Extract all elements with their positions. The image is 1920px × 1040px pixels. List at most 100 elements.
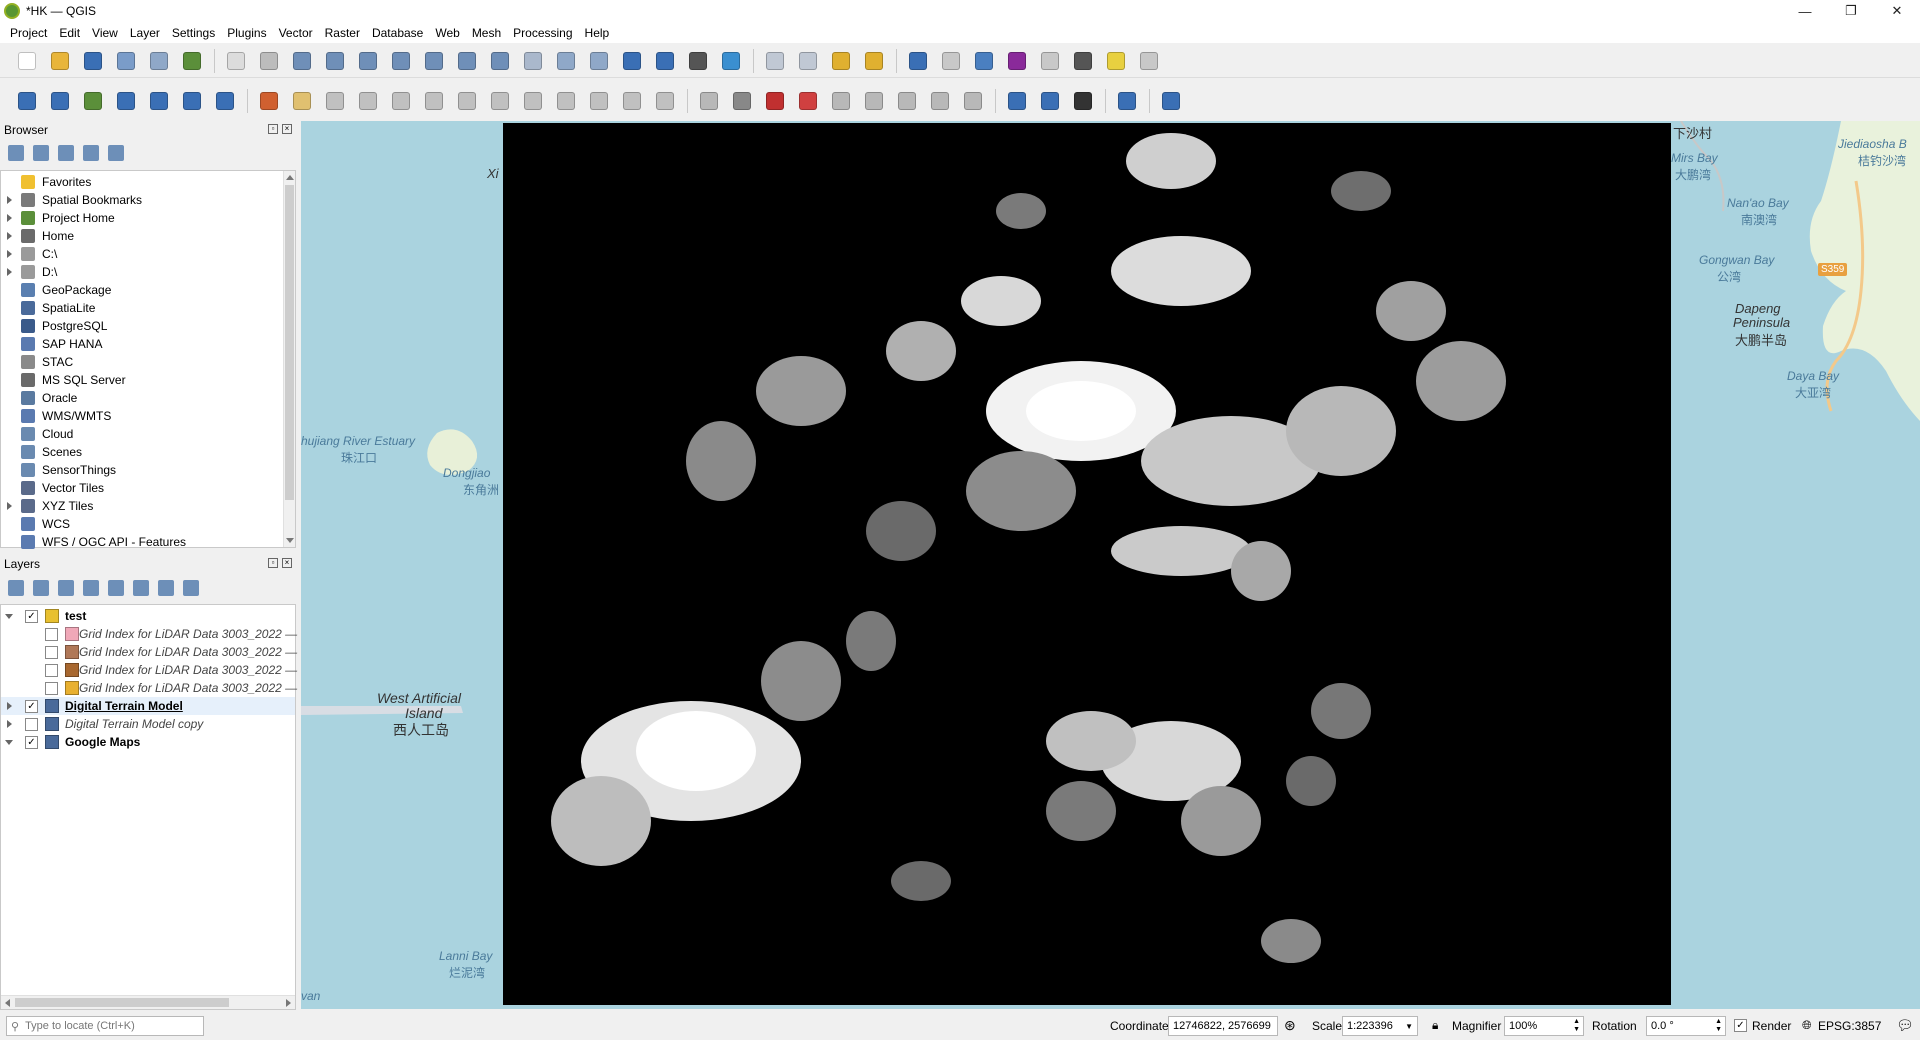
- layer-row[interactable]: Grid Index for LiDAR Data 3003_2022 —: [1, 643, 297, 661]
- redo-button[interactable]: [652, 88, 678, 114]
- menu-view[interactable]: View: [86, 26, 124, 40]
- add-raster-layer-button[interactable]: [212, 88, 238, 114]
- properties-icon[interactable]: [108, 145, 124, 161]
- statistics-button[interactable]: [1004, 48, 1030, 74]
- save-edits-button[interactable]: [322, 88, 348, 114]
- close-panel-icon[interactable]: ×: [282, 558, 292, 568]
- browser-item[interactable]: PostgreSQL: [1, 317, 281, 335]
- expand-arrow-icon[interactable]: [7, 196, 12, 204]
- browser-item[interactable]: SensorThings: [1, 461, 281, 479]
- current-edits-button[interactable]: [256, 88, 282, 114]
- browser-item[interactable]: Cloud: [1, 425, 281, 443]
- menu-raster[interactable]: Raster: [319, 26, 366, 40]
- rotate-label-button[interactable]: [894, 88, 920, 114]
- menu-settings[interactable]: Settings: [166, 26, 221, 40]
- layer-visibility-checkbox[interactable]: ✓: [25, 610, 38, 623]
- layer-visibility-checkbox[interactable]: ✓: [25, 700, 38, 713]
- label-toolbar-button[interactable]: [696, 88, 722, 114]
- refresh-button[interactable]: [718, 48, 744, 74]
- zoom-in-button[interactable]: [289, 48, 315, 74]
- modify-attributes-button[interactable]: [454, 88, 480, 114]
- menu-database[interactable]: Database: [366, 26, 429, 40]
- add-polygon-button[interactable]: [388, 88, 414, 114]
- scale-combobox[interactable]: 1:223396 ▼: [1342, 1016, 1418, 1036]
- zoom-native-button[interactable]: [454, 48, 480, 74]
- toggle-editing-button[interactable]: [289, 88, 315, 114]
- float-panel-icon[interactable]: ▫: [268, 558, 278, 568]
- layer-row[interactable]: ✓ Google Maps: [1, 733, 295, 751]
- manage-visibility-icon[interactable]: [58, 580, 74, 596]
- browser-item[interactable]: C:\: [1, 245, 281, 263]
- move-label-button[interactable]: [861, 88, 887, 114]
- filter-legend-icon[interactable]: [83, 580, 99, 596]
- layer-visibility-checkbox[interactable]: [45, 628, 58, 641]
- select-by-location-button[interactable]: [861, 48, 887, 74]
- show-hide-labels-button[interactable]: [828, 88, 854, 114]
- menu-plugins[interactable]: Plugins: [221, 26, 272, 40]
- zoom-out-button[interactable]: [322, 48, 348, 74]
- remove-layer-icon[interactable]: [183, 580, 199, 596]
- expand-arrow-icon[interactable]: [7, 250, 12, 258]
- layer-row[interactable]: ✓ test: [1, 607, 295, 625]
- browser-item[interactable]: WMS/WMTS: [1, 407, 281, 425]
- expand-arrow-icon[interactable]: [7, 702, 12, 710]
- refresh-icon[interactable]: [33, 145, 49, 161]
- browser-item[interactable]: STAC: [1, 353, 281, 371]
- layer-visibility-checkbox[interactable]: [45, 664, 58, 677]
- data-source-manager-button[interactable]: [14, 88, 40, 114]
- change-label-button[interactable]: [927, 88, 953, 114]
- browser-item[interactable]: XYZ Tiles: [1, 497, 281, 515]
- render-checkbox[interactable]: ✓: [1734, 1019, 1747, 1032]
- magnifier-spinbox[interactable]: 100% ▲ ▼: [1504, 1016, 1584, 1036]
- toggle-extents-icon[interactable]: ⊛: [1284, 1017, 1296, 1034]
- diagram-button[interactable]: [729, 88, 755, 114]
- layer-labeling-button[interactable]: [762, 88, 788, 114]
- browser-item[interactable]: Spatial Bookmarks: [1, 191, 281, 209]
- menu-mesh[interactable]: Mesh: [466, 26, 507, 40]
- globe-plugin-button[interactable]: [1070, 88, 1096, 114]
- browser-item[interactable]: Favorites: [1, 173, 281, 191]
- locator-search-input[interactable]: ⚲ Type to locate (Ctrl+K): [6, 1016, 204, 1036]
- filter-expression-icon[interactable]: [108, 580, 124, 596]
- collapse-all-icon[interactable]: [158, 580, 174, 596]
- browser-item[interactable]: Project Home: [1, 209, 281, 227]
- identify-button[interactable]: [905, 48, 931, 74]
- new-bookmark-button[interactable]: [619, 48, 645, 74]
- browser-item[interactable]: Home: [1, 227, 281, 245]
- temporal-controller-button[interactable]: [685, 48, 711, 74]
- layout-manager-button[interactable]: [146, 48, 172, 74]
- browser-item[interactable]: Oracle: [1, 389, 281, 407]
- float-panel-icon[interactable]: ▫: [268, 124, 278, 134]
- vertex-tool-button[interactable]: [421, 88, 447, 114]
- cut-features-button[interactable]: [520, 88, 546, 114]
- minimize-button[interactable]: —: [1782, 0, 1828, 22]
- layers-hscrollbar[interactable]: [1, 995, 295, 1009]
- zoom-next-button[interactable]: [520, 48, 546, 74]
- filter-icon[interactable]: [58, 145, 74, 161]
- menu-vector[interactable]: Vector: [273, 26, 319, 40]
- pan-map-button[interactable]: [223, 48, 249, 74]
- new-map-view-button[interactable]: [553, 48, 579, 74]
- crs-button[interactable]: EPSG:3857: [1818, 1019, 1881, 1033]
- new-3d-map-button[interactable]: [586, 48, 612, 74]
- zoom-last-button[interactable]: [487, 48, 513, 74]
- browser-item[interactable]: MS SQL Server: [1, 371, 281, 389]
- highlight-label-button[interactable]: [960, 88, 986, 114]
- select-by-value-button[interactable]: [795, 48, 821, 74]
- menu-project[interactable]: Project: [4, 26, 53, 40]
- layer-row[interactable]: Grid Index for LiDAR Data 3003_2022 —: [1, 679, 297, 697]
- browser-item[interactable]: SpatiaLite: [1, 299, 281, 317]
- layer-visibility-checkbox[interactable]: ✓: [25, 736, 38, 749]
- browser-item[interactable]: SAP HANA: [1, 335, 281, 353]
- metasearch-button[interactable]: [1004, 88, 1030, 114]
- rotation-spinbox[interactable]: 0.0 ° ▲ ▼: [1646, 1016, 1726, 1036]
- map-canvas[interactable]: hujiang River Estuary 珠江口 Dongjiao 东角洲 W…: [301, 121, 1920, 1009]
- menu-web[interactable]: Web: [429, 26, 465, 40]
- pan-to-selection-button[interactable]: [256, 48, 282, 74]
- paste-features-button[interactable]: [586, 88, 612, 114]
- layer-row[interactable]: ✓ Digital Terrain Model: [1, 697, 295, 715]
- attribute-table-button[interactable]: [938, 48, 964, 74]
- delete-selected-button[interactable]: [487, 88, 513, 114]
- add-selected-icon[interactable]: [8, 145, 24, 161]
- zoom-to-selection-button[interactable]: [388, 48, 414, 74]
